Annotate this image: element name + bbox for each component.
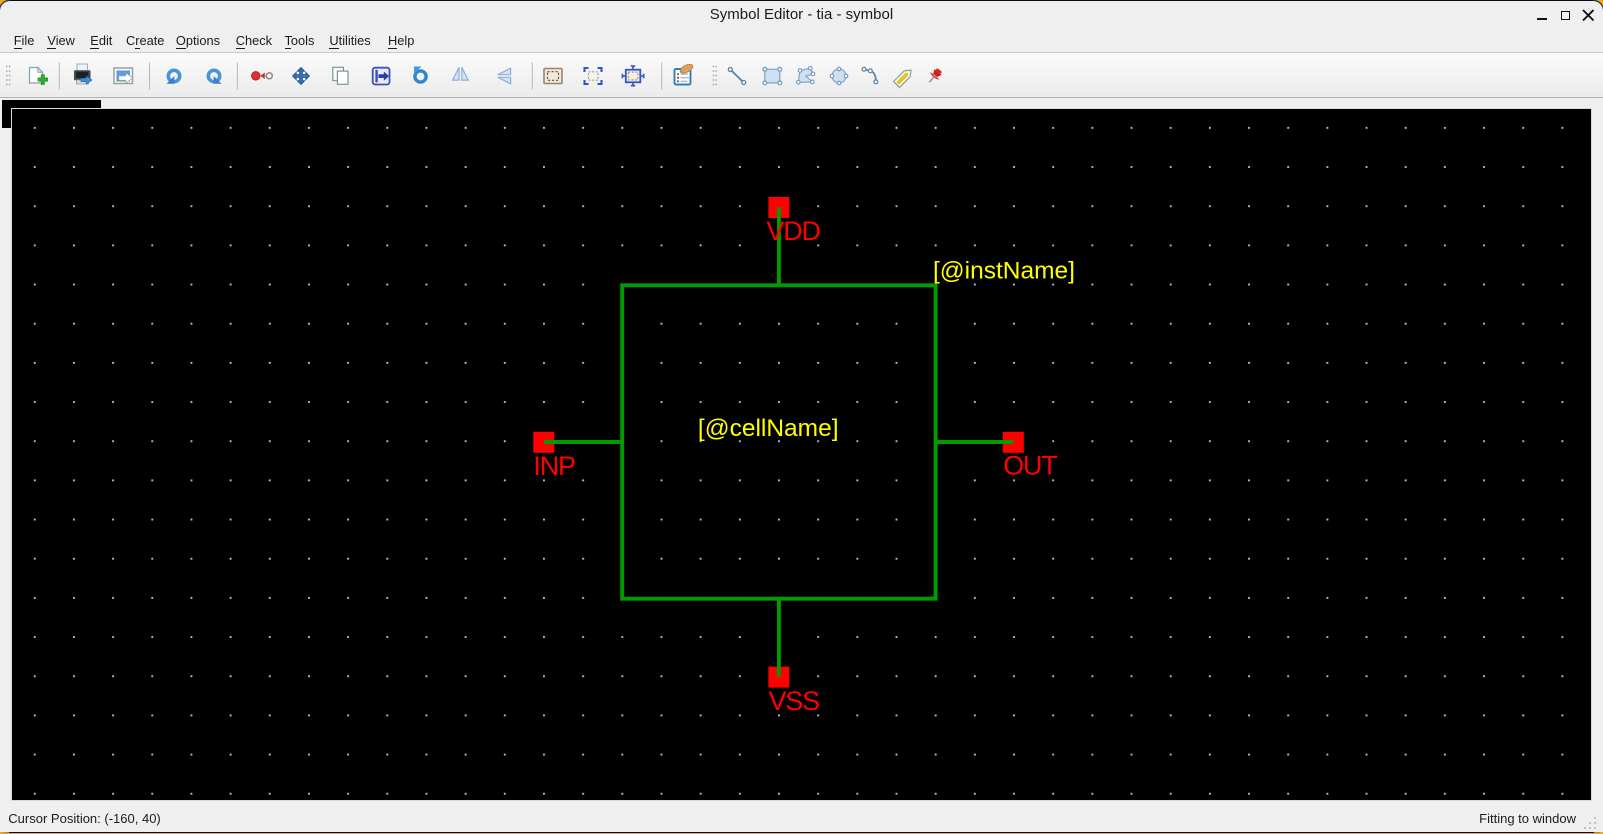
svg-text:INP: INP (533, 451, 575, 481)
svg-text:VDD: VDD (766, 216, 820, 246)
svg-text:VSS: VSS (768, 686, 819, 716)
svg-text:OUT: OUT (1003, 451, 1057, 481)
svg-text:[@cellName]: [@cellName] (698, 415, 839, 442)
svg-text:[@instName]: [@instName] (933, 258, 1075, 285)
